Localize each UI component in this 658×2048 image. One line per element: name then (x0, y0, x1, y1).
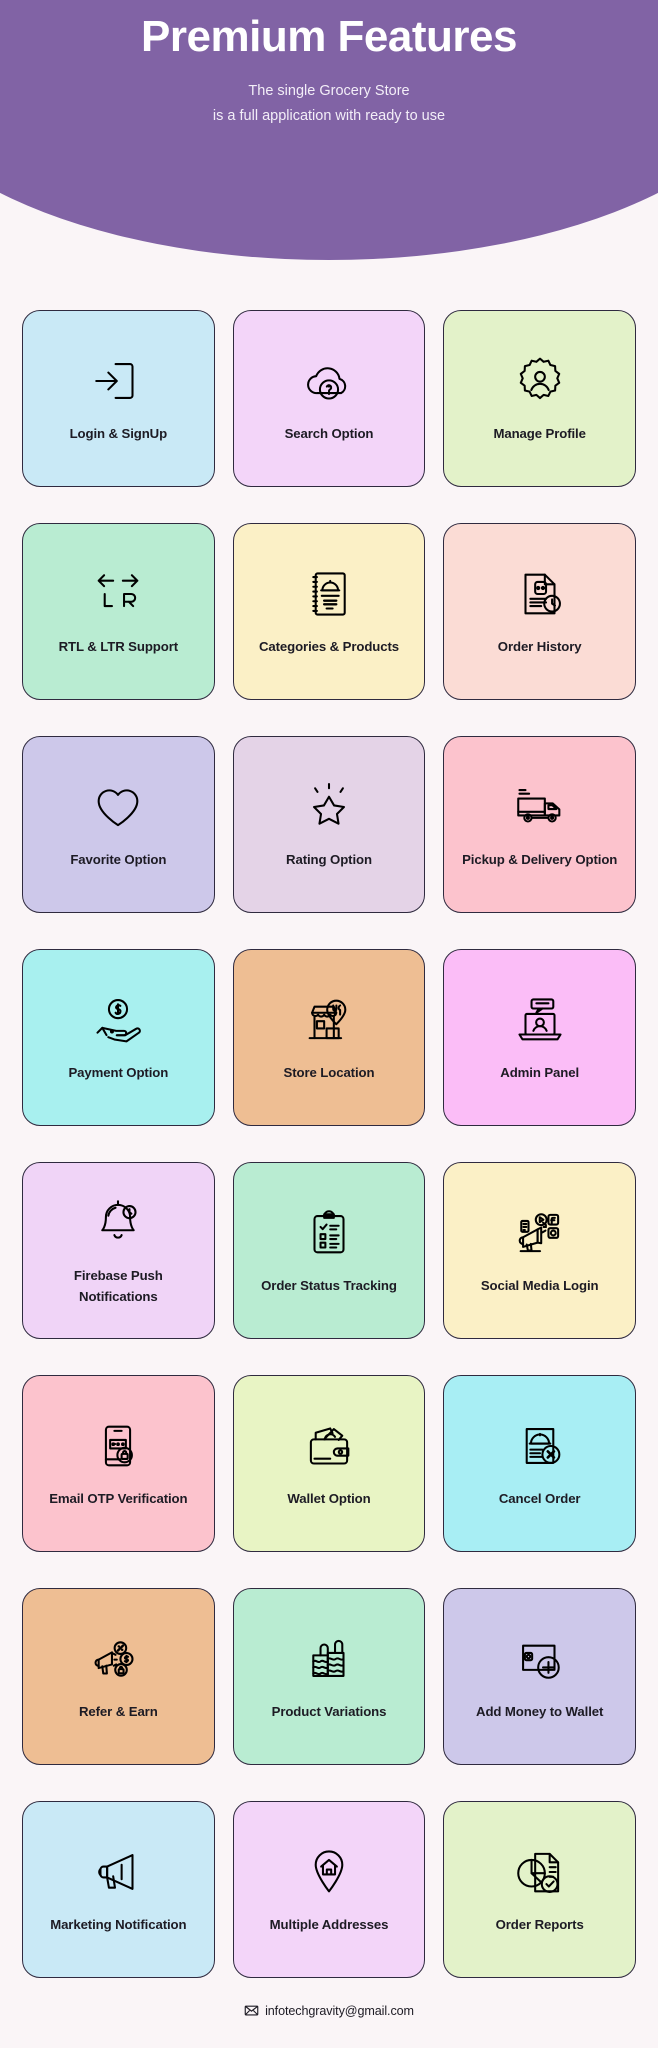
wallet-cash-icon (298, 1415, 360, 1477)
feature-card-label: Add Money to Wallet (476, 1704, 604, 1720)
feature-card-label: Product Variations (271, 1704, 387, 1720)
feature-card[interactable]: Favorite Option (22, 736, 215, 913)
feature-card[interactable]: Manage Profile (443, 310, 636, 487)
gear-user-profile-icon (509, 350, 571, 412)
feature-card[interactable]: Firebase Push Notifications (22, 1162, 215, 1339)
footer-contact: infotechgravity@gmail.com (0, 2003, 658, 2018)
pie-chart-report-icon (509, 1841, 571, 1903)
feature-card-label: Social Media Login (480, 1278, 599, 1294)
page-subtitle-line-2: is a full application with ready to use (212, 107, 446, 124)
feature-card[interactable]: Admin Panel (443, 949, 636, 1126)
document-clock-history-icon (509, 563, 571, 625)
feature-card-label: Cancel Order (498, 1491, 581, 1507)
star-sparkle-icon (298, 776, 360, 838)
feature-card-label: Wallet Option (287, 1491, 371, 1507)
page-title: Premium Features (141, 12, 517, 61)
bell-notification-icon (87, 1192, 149, 1254)
feature-card-label: Pickup & Delivery Option (462, 852, 618, 868)
page-subtitle: The single Grocery Store is a full appli… (0, 79, 658, 130)
feature-card-label: Manage Profile (493, 426, 586, 442)
feature-card-label: Favorite Option (70, 852, 167, 868)
feature-card-label: Payment Option (68, 1065, 169, 1081)
feature-card-label: Marketing Notification (50, 1917, 187, 1933)
feature-card[interactable]: Cancel Order (443, 1375, 636, 1552)
order-cancel-cross-icon (509, 1415, 571, 1477)
feature-card-label: RTL & LTR Support (58, 639, 179, 655)
feature-card[interactable]: Add Money to Wallet (443, 1588, 636, 1765)
feature-card-label: Admin Panel (500, 1065, 580, 1081)
feature-card-label: Order History (497, 639, 582, 655)
hand-dollar-coin-icon (87, 989, 149, 1051)
home-map-pin-icon (298, 1841, 360, 1903)
envelope-icon (244, 2003, 259, 2018)
clipboard-checklist-icon (298, 1202, 360, 1264)
feature-card[interactable]: Categories & Products (232, 523, 426, 700)
page-subtitle-line-1: The single Grocery Store (248, 82, 410, 99)
feature-card[interactable]: Wallet Option (232, 1375, 426, 1552)
store-map-pin-icon (298, 989, 360, 1051)
cloud-search-icon (298, 350, 360, 412)
feature-card[interactable]: Marketing Notification (22, 1801, 215, 1978)
delivery-truck-icon (509, 776, 571, 838)
contact-email[interactable]: infotechgravity@gmail.com (265, 2004, 414, 2018)
feature-card[interactable]: Pickup & Delivery Option (443, 736, 636, 913)
menu-book-cloche-icon (298, 563, 360, 625)
feature-card[interactable]: Search Option (232, 310, 426, 487)
feature-card-label: Search Option (284, 426, 374, 442)
wallet-plus-icon (509, 1628, 571, 1690)
feature-card[interactable]: Rating Option (232, 736, 426, 913)
feature-card-label: Email OTP Verification (49, 1491, 188, 1507)
feature-card[interactable]: Order Status Tracking (232, 1162, 426, 1339)
feature-card[interactable]: Order Reports (443, 1801, 636, 1978)
feature-card-label: Refer & Earn (78, 1704, 158, 1720)
feature-card-label: Order Status Tracking (261, 1278, 397, 1294)
feature-card[interactable]: Social Media Login (443, 1162, 636, 1339)
feature-card-label: Rating Option (286, 852, 372, 868)
feature-card-label: Categories & Products (258, 639, 400, 655)
laptop-admin-user-icon (509, 989, 571, 1051)
megaphone-icon (87, 1841, 149, 1903)
feature-card[interactable]: Multiple Addresses (232, 1801, 426, 1978)
feature-card[interactable]: RTL & LTR Support (22, 523, 215, 700)
product-variations-icon (298, 1628, 360, 1690)
feature-card-label: Multiple Addresses (269, 1917, 389, 1933)
heart-icon (87, 776, 149, 838)
feature-card[interactable]: Login & SignUp (22, 310, 215, 487)
megaphone-reward-icon (87, 1628, 149, 1690)
left-right-arrows-icon (87, 563, 149, 625)
megaphone-social-icons (509, 1202, 571, 1264)
phone-otp-lock-icon (87, 1415, 149, 1477)
feature-card[interactable]: Product Variations (232, 1588, 426, 1765)
feature-card-label: Login & SignUp (69, 426, 168, 442)
feature-card[interactable]: Order History (443, 523, 636, 700)
login-arrow-door-icon (87, 350, 149, 412)
page-header-banner: Premium Features The single Grocery Stor… (0, 0, 658, 260)
feature-card[interactable]: Refer & Earn (22, 1588, 215, 1765)
feature-card-grid: Login & SignUp Search Option Manage Profil… (0, 310, 658, 1978)
feature-card[interactable]: Store Location (232, 949, 426, 1126)
feature-card[interactable]: Payment Option (22, 949, 215, 1126)
feature-card-label: Store Location (283, 1065, 375, 1081)
feature-card-label: Order Reports (495, 1917, 584, 1933)
feature-card[interactable]: Email OTP Verification (22, 1375, 215, 1552)
premium-features-page: Premium Features The single Grocery Stor… (0, 0, 658, 2048)
header-content: Premium Features The single Grocery Stor… (0, 0, 658, 129)
feature-card-label: Firebase Push Notifications (73, 1268, 163, 1304)
